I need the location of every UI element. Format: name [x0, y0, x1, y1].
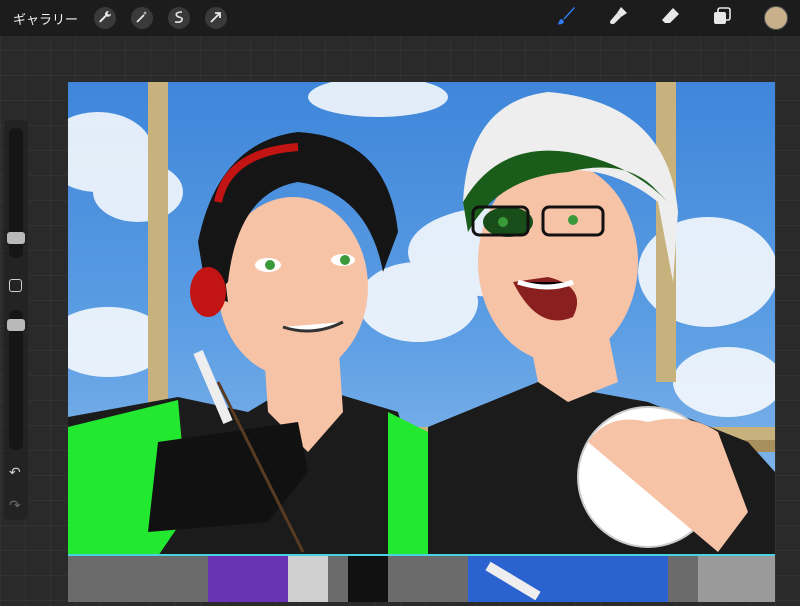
eraser-icon — [659, 5, 681, 31]
color-picker-button[interactable] — [764, 6, 788, 30]
artwork — [68, 82, 775, 600]
opacity-thumb[interactable] — [7, 319, 25, 331]
actions-button[interactable] — [94, 7, 117, 29]
undo-button[interactable]: ↶ — [9, 465, 21, 481]
layers-icon — [711, 5, 733, 31]
transform-arrow-icon — [209, 9, 223, 28]
wrench-icon — [98, 9, 112, 28]
layers-button[interactable] — [710, 6, 734, 30]
drawing-canvas[interactable] — [68, 82, 775, 600]
next-panel-preview — [68, 554, 775, 602]
brush-button[interactable] — [554, 6, 578, 30]
brush-size-thumb[interactable] — [7, 232, 25, 244]
right-toolbar — [526, 0, 788, 36]
opacity-slider[interactable] — [7, 310, 25, 450]
magic-wand-icon — [135, 9, 149, 28]
gallery-button[interactable]: ギャラリー — [13, 9, 78, 28]
selection-icon — [172, 9, 186, 28]
redo-button[interactable]: ↷ — [9, 498, 21, 514]
brush-icon — [555, 5, 577, 31]
brush-size-slider[interactable] — [7, 128, 25, 258]
eraser-button[interactable] — [658, 6, 682, 30]
smudge-button[interactable] — [606, 6, 630, 30]
smudge-icon — [607, 5, 629, 31]
character-right — [428, 92, 775, 600]
transform-button[interactable] — [205, 7, 228, 29]
modify-button[interactable] — [9, 279, 22, 292]
top-toolbar: ギャラリー — [0, 0, 800, 36]
panel-art — [208, 556, 775, 602]
bamboo-pole-left — [148, 82, 168, 422]
adjustments-button[interactable] — [131, 7, 154, 29]
selection-button[interactable] — [168, 7, 191, 29]
side-toolbar: ↶ ↷ — [4, 120, 28, 520]
